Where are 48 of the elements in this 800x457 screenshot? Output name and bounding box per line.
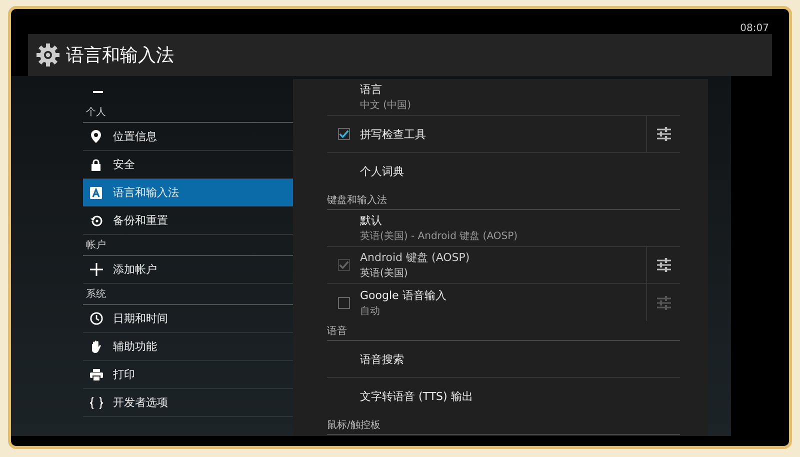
setting-title: 语音搜索 bbox=[360, 352, 405, 366]
sliders-icon bbox=[656, 294, 672, 310]
sliders-icon bbox=[656, 126, 672, 142]
setting-summary: 英语(美国) - Android 键盘 (AOSP) bbox=[360, 230, 519, 243]
settings-row[interactable]: 语言 中文 (中国) bbox=[327, 79, 680, 116]
sidebar-item[interactable]: 语言和输入法 bbox=[83, 179, 293, 207]
sidebar-item[interactable]: 日期和时间 bbox=[83, 305, 293, 333]
dash-icon bbox=[93, 91, 103, 93]
lock-icon bbox=[91, 158, 101, 170]
setting-summary: 中文 (中国) bbox=[360, 98, 412, 112]
settings-row[interactable]: 个人词典 bbox=[327, 153, 680, 190]
setting-title: 语言 bbox=[360, 82, 383, 97]
checkbox-row[interactable]: Google 语音输入 自动 bbox=[327, 284, 680, 321]
printer-icon bbox=[90, 368, 102, 380]
sidebar-item[interactable]: 备份和重置 bbox=[83, 207, 293, 235]
settings-row[interactable]: 默认 英语(美国) - Android 键盘 (AOSP) bbox=[327, 210, 680, 247]
location-pin-icon bbox=[91, 130, 101, 143]
setting-summary: 英语(美国) bbox=[360, 266, 409, 280]
sidebar-item[interactable]: 辅助功能 bbox=[83, 333, 293, 361]
checkbox[interactable] bbox=[338, 296, 350, 308]
sliders-icon bbox=[656, 257, 672, 273]
setting-title: 文字转语音 (TTS) 输出 bbox=[360, 389, 474, 404]
section-header: 帐户 bbox=[86, 238, 106, 252]
section-header: 个人 bbox=[86, 106, 106, 119]
braces-icon bbox=[90, 396, 102, 408]
clock-icon bbox=[90, 312, 102, 325]
section-header: 键盘和输入法 bbox=[327, 194, 387, 206]
sidebar-item[interactable]: 打印 bbox=[83, 361, 293, 389]
setting-title: 拼写检查工具 bbox=[360, 126, 427, 142]
setting-title: Android 键盘 (AOSP) bbox=[360, 250, 471, 265]
restore-icon bbox=[90, 214, 102, 226]
sidebar-item[interactable]: 位置信息 bbox=[83, 123, 293, 151]
checkbox-row[interactable]: 拼写检查工具 bbox=[327, 116, 680, 153]
section-header: 语音 bbox=[327, 324, 347, 338]
settings-row[interactable]: 语音搜索 bbox=[327, 341, 680, 378]
page-title: 语言和输入法 bbox=[66, 44, 174, 67]
section-header: 鼠标/触控板 bbox=[327, 418, 380, 432]
setting-title: Google 语音输入 bbox=[360, 288, 448, 302]
settings-row[interactable]: 文字转语音 (TTS) 输出 bbox=[327, 378, 680, 415]
setting-title: 默认 bbox=[360, 213, 383, 228]
setting-title: 个人词典 bbox=[360, 164, 405, 179]
letter-a-icon bbox=[90, 186, 102, 198]
clock-time: 08:07 bbox=[740, 23, 769, 34]
section-header: 系统 bbox=[86, 288, 106, 301]
setting-summary: 自动 bbox=[360, 304, 381, 318]
plus-icon bbox=[90, 263, 102, 276]
checkbox[interactable] bbox=[338, 128, 350, 140]
hand-icon bbox=[90, 340, 102, 353]
